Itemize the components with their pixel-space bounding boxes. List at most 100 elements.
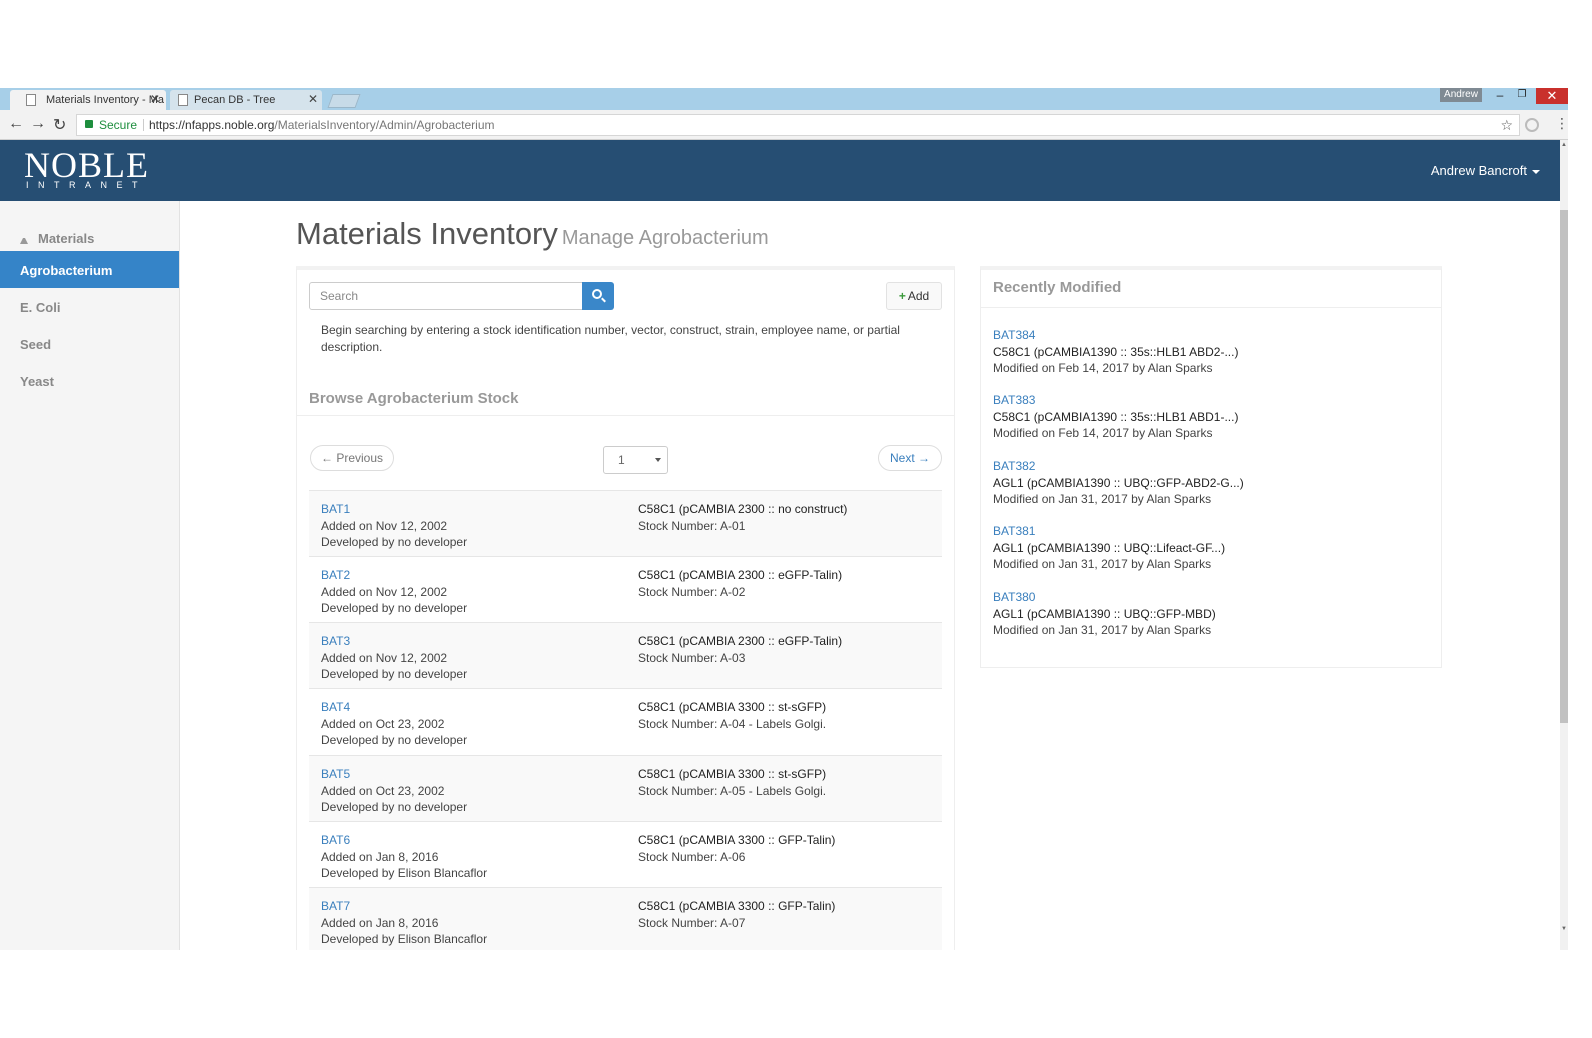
search-input[interactable] bbox=[309, 282, 583, 310]
added-date: Added on Jan 8, 2016 bbox=[321, 915, 439, 930]
noble-logo[interactable]: NOBLE bbox=[24, 147, 149, 183]
browser-tab-materials[interactable]: Materials Inventory - Ma ✕ bbox=[10, 90, 166, 110]
construct: C58C1 (pCAMBIA 3300 :: GFP-Talin) bbox=[638, 833, 836, 847]
recent-desc: AGL1 (pCAMBIA1390 :: UBQ::GFP-ABD2-G...) bbox=[993, 475, 1244, 490]
recent-stock-link[interactable]: BAT383 bbox=[993, 392, 1238, 409]
recent-modified: Modified on Jan 31, 2017 by Alan Sparks bbox=[993, 492, 1212, 506]
construct: C58C1 (pCAMBIA 2300 :: eGFP-Talin) bbox=[638, 634, 843, 648]
recent-stock-link[interactable]: BAT381 bbox=[993, 523, 1225, 540]
previous-button[interactable]: ← Previous bbox=[310, 445, 394, 471]
back-icon[interactable]: ← bbox=[8, 115, 24, 133]
added-date: Added on Nov 12, 2002 bbox=[321, 650, 448, 665]
recent-item: BAT382 AGL1 (pCAMBIA1390 :: UBQ::GFP-ABD2… bbox=[993, 458, 1244, 508]
page-title: Materials Inventory Manage Agrobacterium bbox=[296, 216, 769, 251]
stock-number: Stock Number: A-01 bbox=[638, 518, 746, 533]
page-subtitle: Manage Agrobacterium bbox=[561, 227, 769, 249]
recent-stock-link[interactable]: BAT380 bbox=[993, 589, 1216, 606]
added-date: Added on Oct 23, 2002 bbox=[321, 783, 445, 798]
url-field[interactable]: Secure https://nfapps.noble.org/Material… bbox=[76, 114, 1520, 136]
caret-down-icon bbox=[1532, 169, 1540, 174]
browser-menu-icon[interactable]: ⋮ bbox=[1555, 115, 1568, 132]
lock-icon bbox=[85, 120, 93, 128]
tab-title: Pecan DB - Tree bbox=[194, 94, 276, 106]
logo-subtitle: INTRANET bbox=[26, 180, 147, 190]
recent-desc: C58C1 (pCAMBIA1390 :: 35s::HLB1 ABD2-...… bbox=[993, 344, 1239, 359]
new-tab-button[interactable] bbox=[327, 94, 361, 108]
user-name: Andrew Bancroft bbox=[1430, 163, 1527, 178]
page-icon bbox=[26, 94, 36, 106]
sidebar-item-seed[interactable]: Seed bbox=[0, 325, 179, 362]
search-button[interactable] bbox=[582, 282, 614, 310]
tab-close-icon[interactable]: ✕ bbox=[150, 92, 160, 106]
tab-close-icon[interactable]: ✕ bbox=[308, 92, 318, 106]
recent-stock-link[interactable]: BAT384 bbox=[993, 327, 1238, 344]
stock-id-link[interactable]: BAT6 bbox=[321, 832, 487, 849]
add-button[interactable]: + Add bbox=[886, 282, 942, 310]
profile-badge[interactable]: Andrew bbox=[1440, 88, 1482, 102]
recent-stock-link[interactable]: BAT382 bbox=[993, 458, 1244, 475]
stock-id-link[interactable]: BAT1 bbox=[321, 501, 467, 518]
browse-title: Browse Agrobacterium Stock bbox=[309, 390, 519, 407]
stock-number: Stock Number: A-05 - Labels Golgi. bbox=[638, 783, 827, 798]
minimize-icon[interactable]: – bbox=[1492, 88, 1508, 104]
table-row: BAT1 Added on Nov 12, 2002 Developed by no… bbox=[309, 490, 942, 556]
developer: Developed by Elison Blancaflor bbox=[321, 932, 488, 946]
table-row: BAT4 Added on Oct 23, 2002 Developed by no… bbox=[309, 688, 942, 754]
browser-window: Materials Inventory - Ma ✕ Pecan DB - Tr… bbox=[0, 88, 1568, 950]
construct: C58C1 (pCAMBIA 2300 :: eGFP-Talin) bbox=[638, 568, 843, 582]
restore-icon[interactable]: ❐ bbox=[1514, 88, 1530, 104]
stock-id-link[interactable]: BAT2 bbox=[321, 567, 467, 584]
browser-tab-pecan[interactable]: Pecan DB - Tree ✕ bbox=[170, 90, 322, 110]
stock-number: Stock Number: A-02 bbox=[638, 584, 746, 599]
recent-item: BAT380 AGL1 (pCAMBIA1390 :: UBQ::GFP-MBD)… bbox=[993, 589, 1216, 639]
developer: Developed by no developer bbox=[321, 601, 468, 615]
next-button[interactable]: Next → bbox=[878, 445, 942, 471]
construct: C58C1 (pCAMBIA 3300 :: st-sGFP) bbox=[638, 700, 827, 714]
table-row: BAT6 Added on Jan 8, 2016 Developed by Eli… bbox=[309, 821, 942, 887]
recent-modified: Modified on Feb 14, 2017 by Alan Sparks bbox=[993, 426, 1213, 440]
stock-number: Stock Number: A-03 bbox=[638, 650, 746, 665]
stock-id-link[interactable]: BAT4 bbox=[321, 699, 467, 716]
search-icon bbox=[592, 289, 602, 299]
stock-id-link[interactable]: BAT7 bbox=[321, 898, 487, 915]
scroll-up-icon[interactable]: ▲ bbox=[1560, 142, 1568, 148]
extension-icon[interactable] bbox=[1525, 118, 1539, 132]
added-date: Added on Nov 12, 2002 bbox=[321, 518, 448, 533]
reload-icon[interactable]: ↻ bbox=[53, 115, 66, 135]
user-menu[interactable]: Andrew Bancroft bbox=[1431, 163, 1540, 178]
table-row: BAT3 Added on Nov 12, 2002 Developed by no… bbox=[309, 622, 942, 688]
developer: Developed by no developer bbox=[321, 667, 468, 681]
window-close-icon[interactable]: ✕ bbox=[1536, 88, 1568, 104]
scroll-down-icon[interactable]: ▼ bbox=[1560, 926, 1568, 932]
stock-number: Stock Number: A-07 bbox=[638, 915, 746, 930]
chevron-down-icon bbox=[655, 458, 661, 462]
recent-item: BAT383 C58C1 (pCAMBIA1390 :: 35s::HLB1 AB… bbox=[993, 392, 1238, 442]
sidebar-item-agrobacterium[interactable]: Agrobacterium bbox=[0, 251, 179, 288]
construct: C58C1 (pCAMBIA 3300 :: st-sGFP) bbox=[638, 767, 827, 781]
stock-id-link[interactable]: BAT5 bbox=[321, 766, 467, 783]
table-row: BAT5 Added on Oct 23, 2002 Developed by no… bbox=[309, 755, 942, 821]
added-date: Added on Jan 8, 2016 bbox=[321, 849, 439, 864]
added-date: Added on Nov 12, 2002 bbox=[321, 584, 448, 599]
developer: Developed by no developer bbox=[321, 733, 468, 747]
page-icon bbox=[178, 94, 188, 106]
scrollbar-thumb[interactable] bbox=[1560, 210, 1568, 723]
tab-title: Materials Inventory - Ma bbox=[46, 94, 164, 106]
sidebar-item-yeast[interactable]: Yeast bbox=[0, 362, 179, 399]
divider bbox=[981, 307, 1441, 308]
divider bbox=[297, 415, 954, 416]
recent-title: Recently Modified bbox=[993, 279, 1122, 296]
sidebar-item-e-coli[interactable]: E. Coli bbox=[0, 288, 179, 325]
forward-icon[interactable]: → bbox=[30, 115, 46, 133]
stock-id-link[interactable]: BAT3 bbox=[321, 633, 467, 650]
tab-strip: Materials Inventory - Ma ✕ Pecan DB - Tr… bbox=[0, 88, 1568, 110]
recent-item: BAT384 C58C1 (pCAMBIA1390 :: 35s::HLB1 AB… bbox=[993, 327, 1238, 377]
recent-desc: AGL1 (pCAMBIA1390 :: UBQ::Lifeact-GF...) bbox=[993, 540, 1226, 555]
table-row: BAT2 Added on Nov 12, 2002 Developed by no… bbox=[309, 556, 942, 622]
page-select[interactable]: 1 bbox=[603, 446, 668, 474]
construct: C58C1 (pCAMBIA 2300 :: no construct) bbox=[638, 502, 848, 516]
bookmark-star-icon[interactable]: ☆ bbox=[1500, 115, 1513, 135]
address-bar: ← → ↻ Secure https://nfapps.noble.org/Ma… bbox=[0, 110, 1568, 140]
recent-modified: Modified on Feb 14, 2017 by Alan Sparks bbox=[993, 361, 1213, 375]
developer: Developed by no developer bbox=[321, 535, 468, 549]
